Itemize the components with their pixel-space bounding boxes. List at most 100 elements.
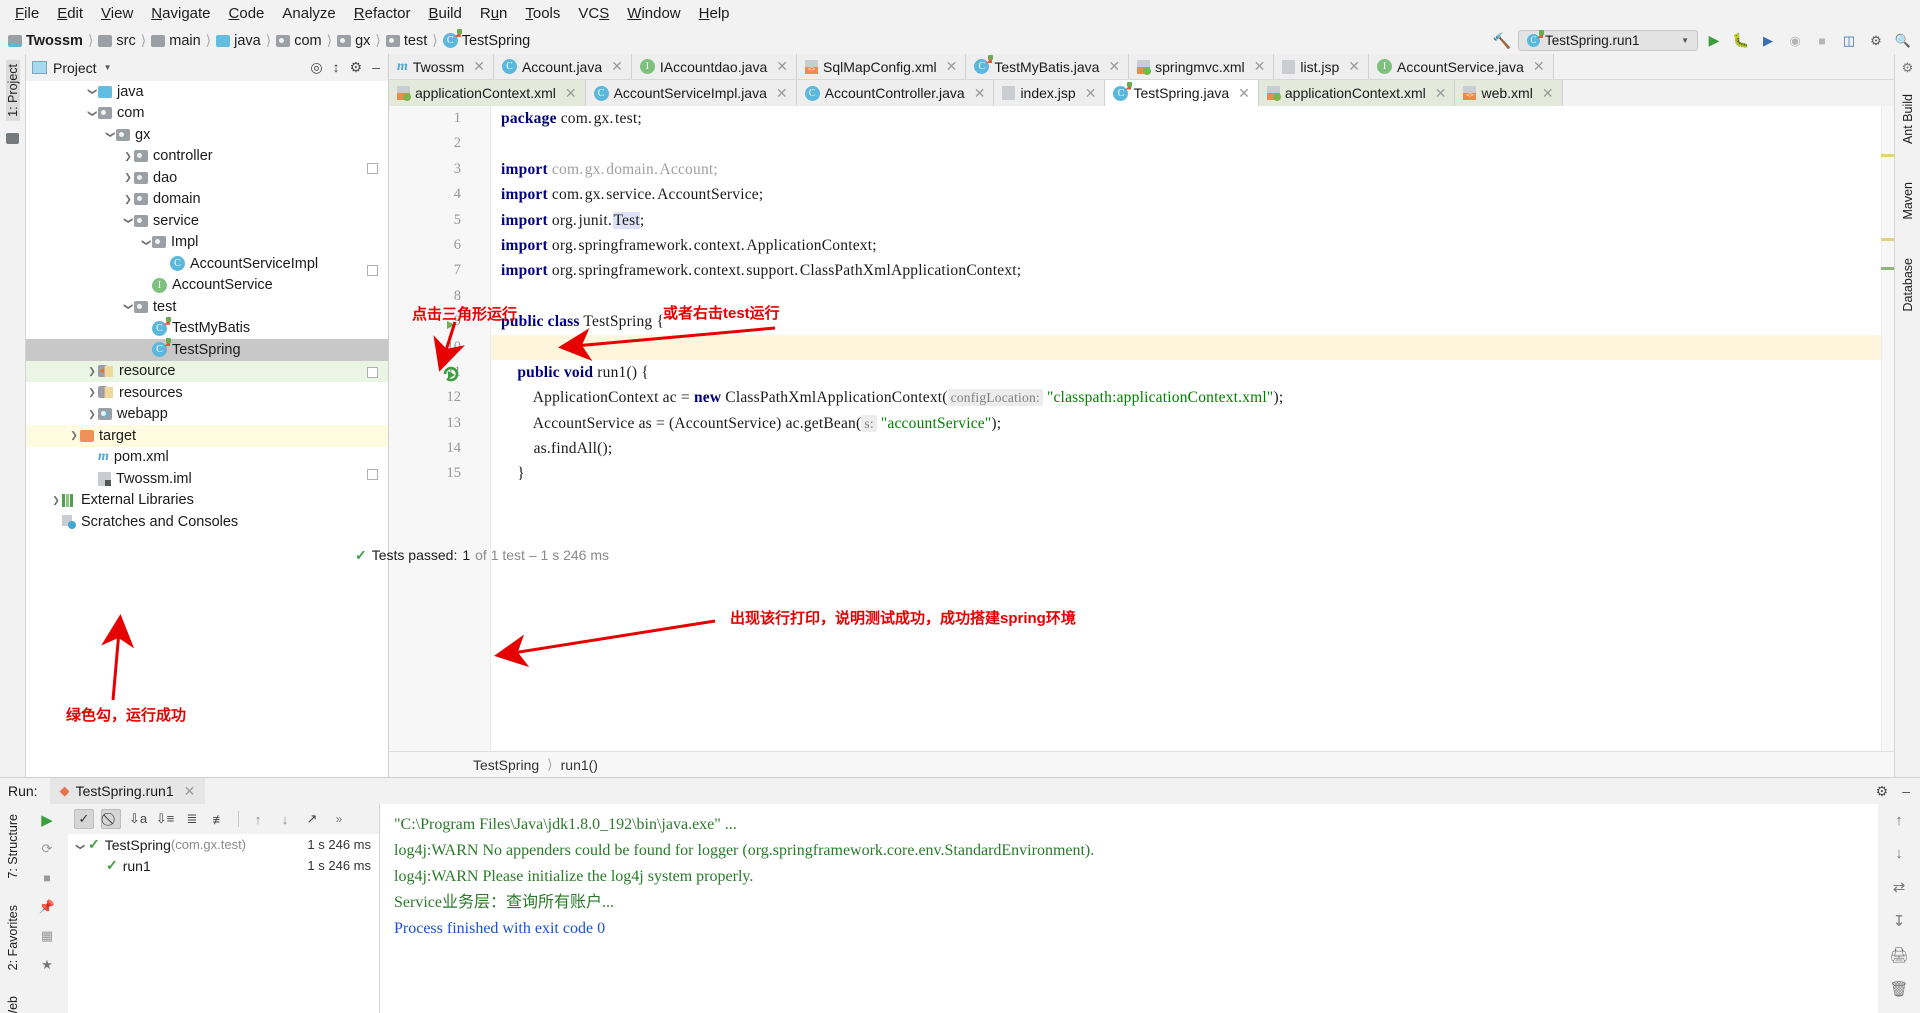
editor-tab-iaccountdao-java[interactable]: IIAccountdao.java✕ — [632, 54, 797, 79]
sidebar-tab-favorites[interactable]: 2: Favorites — [6, 901, 20, 974]
run-class-gutter-icon[interactable] — [445, 318, 457, 330]
chevron-right-icon[interactable]: ❯ — [86, 409, 98, 420]
tree-item-twossm-iml[interactable]: Twossm.iml — [26, 468, 388, 490]
collapse-all-icon[interactable]: ↕ — [333, 59, 340, 76]
menu-item-window[interactable]: Window — [618, 2, 689, 25]
debug-button[interactable]: 🐛 — [1730, 30, 1752, 51]
close-icon[interactable]: ✕ — [776, 58, 788, 75]
stop-button[interactable]: ■ — [37, 868, 57, 888]
chevron-right-icon[interactable]: ❯ — [86, 387, 98, 398]
tree-item-domain[interactable]: ❯domain — [26, 189, 388, 211]
editor-tab-applicationcontext-xml[interactable]: applicationContext.xml✕ — [1259, 80, 1456, 106]
menu-item-edit[interactable]: Edit — [48, 2, 92, 25]
tree-item-accountserviceimpl[interactable]: CAccountServiceImpl — [26, 253, 388, 275]
profile-button[interactable]: ◉ — [1784, 30, 1806, 51]
show-passed-toggle[interactable]: ✓ — [74, 809, 94, 829]
show-ignored-toggle[interactable]: ⃠ — [101, 809, 121, 829]
editor-tab-accountcontroller-java[interactable]: CAccountController.java✕ — [797, 80, 995, 106]
menu-item-code[interactable]: Code — [220, 2, 274, 25]
fold-marker-class[interactable] — [367, 367, 378, 378]
code-line-3[interactable]: import com. gx. domain. Account; — [501, 157, 1881, 182]
more-options-icon[interactable]: » — [329, 809, 349, 829]
code-line-11[interactable]: public void run1() { — [501, 360, 1881, 385]
search-icon[interactable]: 🔍 — [1892, 30, 1914, 51]
close-icon[interactable]: ✕ — [1254, 58, 1266, 75]
tree-item-resources[interactable]: ❯resources — [26, 382, 388, 404]
run-button[interactable]: ▶ — [1703, 30, 1725, 51]
editor-tab-testspring-java[interactable]: CTestSpring.java✕ — [1105, 80, 1258, 106]
tree-item-controller[interactable]: ❯controller — [26, 146, 388, 168]
editor-tab-row-1[interactable]: mTwossm✕CAccount.java✕IIAccountdao.java✕… — [389, 54, 1894, 80]
code-line-2[interactable] — [501, 131, 1881, 156]
chevron-right-icon[interactable]: ❯ — [50, 495, 62, 506]
project-tree[interactable]: ❮java❮com❮gx❯controller❯dao❯domain❮servi… — [26, 81, 388, 777]
error-stripe-gutter[interactable] — [1881, 106, 1894, 751]
stripe-mark-warning[interactable] — [1881, 238, 1894, 241]
hide-panel-icon[interactable]: – — [372, 59, 380, 76]
scroll-to-end-icon[interactable]: ↧ — [1893, 912, 1906, 930]
settings-gear-icon[interactable]: ⚙ — [1865, 30, 1887, 51]
close-icon[interactable]: ✕ — [1542, 85, 1554, 102]
code-line-6[interactable]: import org. springframework. context. Ap… — [501, 233, 1881, 258]
breadcrumb-item-twossm[interactable]: Twossm — [8, 33, 83, 49]
code-line-4[interactable]: import com. gx. service. AccountService; — [501, 182, 1881, 207]
code-line-8[interactable] — [501, 284, 1881, 309]
code-line-7[interactable]: import org. springframework. context. su… — [501, 258, 1881, 283]
breadcrumb-item-java[interactable]: java — [216, 33, 261, 49]
editor-tab-list-jsp[interactable]: list.jsp✕ — [1274, 54, 1369, 79]
editor-tab-testmybatis-java[interactable]: CTestMyBatis.java✕ — [966, 54, 1129, 79]
breadcrumb-item-com[interactable]: com — [276, 33, 321, 49]
pin-tab-icon[interactable]: 📌 — [37, 897, 57, 917]
chevron-down-icon[interactable]: ❮ — [87, 86, 98, 98]
export-test-results-icon[interactable]: ↗ — [302, 809, 322, 829]
menu-item-refactor[interactable]: Refactor — [345, 2, 420, 25]
ant-build-strip-icon[interactable]: ⚙ — [1902, 60, 1914, 76]
chevron-down-icon[interactable]: ❮ — [123, 301, 134, 313]
sidebar-tab-database[interactable]: Database — [1901, 254, 1915, 316]
menu-item-tools[interactable]: Tools — [516, 2, 569, 25]
breadcrumb-item-src[interactable]: src — [98, 33, 135, 49]
soft-wrap-icon[interactable]: ⇄ — [1893, 878, 1906, 896]
editor-breadcrumb-method[interactable]: run1() — [561, 757, 598, 773]
breadcrumb-item-gx[interactable]: gx — [337, 33, 370, 49]
test-tree[interactable]: ❮✓TestSpring (com.gx.test)1 s 246 ms✓run… — [68, 834, 379, 1013]
fold-marker-method[interactable] — [367, 469, 378, 480]
sort-alphabetically-icon[interactable]: ⇩a — [128, 809, 148, 829]
code-line-12[interactable]: ApplicationContext ac = new ClassPathXml… — [501, 385, 1881, 410]
stripe-mark-ok[interactable] — [1881, 267, 1894, 270]
close-icon[interactable]: ✕ — [1108, 58, 1120, 75]
chevron-right-icon[interactable]: ❯ — [122, 172, 134, 183]
sidebar-tab-web[interactable]: Web — [6, 992, 20, 1013]
run-settings-gear-icon[interactable]: ⚙ — [1876, 783, 1889, 800]
sort-by-duration-icon[interactable]: ⇩≡ — [155, 809, 175, 829]
print-icon[interactable]: 🖨 — [1889, 946, 1908, 964]
editor-tab-sqlmapconfig-xml[interactable]: SqlMapConfig.xml✕ — [797, 54, 966, 79]
close-icon[interactable]: ✕ — [473, 58, 485, 75]
editor-tab-springmvc-xml[interactable]: springmvc.xml✕ — [1129, 54, 1274, 79]
build-hammer-icon[interactable]: 🔨 — [1491, 30, 1513, 51]
menu-item-vcs[interactable]: VCS — [569, 2, 618, 25]
run-test-gutter-icon[interactable] — [442, 365, 460, 383]
code-line-14[interactable]: as.findAll(); — [501, 436, 1881, 461]
close-icon[interactable]: ✕ — [1238, 85, 1250, 102]
test-tree-item-run1[interactable]: ✓run11 s 246 ms — [68, 855, 379, 876]
close-icon[interactable]: ✕ — [1533, 58, 1545, 75]
close-icon[interactable]: ✕ — [946, 58, 958, 75]
tree-item-dao[interactable]: ❯dao — [26, 167, 388, 189]
expand-all-icon[interactable]: ≣ — [182, 809, 202, 829]
chevron-right-icon[interactable]: ❯ — [122, 151, 134, 162]
console-output[interactable]: "C:\Program Files\Java\jdk1.8.0_192\bin\… — [380, 804, 1920, 1013]
next-test-icon[interactable]: ↓ — [275, 809, 295, 829]
close-icon[interactable]: ✕ — [974, 85, 986, 102]
tree-item-external-libraries[interactable]: ❯External Libraries — [26, 490, 388, 512]
breadcrumb-item-test[interactable]: test — [386, 33, 427, 49]
code-line-1[interactable]: package com. gx. test; — [501, 106, 1881, 131]
editor-tab-accountserviceimpl-java[interactable]: CAccountServiceImpl.java✕ — [586, 80, 797, 106]
menu-item-file[interactable]: File — [6, 2, 48, 25]
editor-tab-twossm[interactable]: mTwossm✕ — [389, 54, 494, 79]
sidebar-tab-project[interactable]: 1: Project — [6, 60, 20, 121]
editor-tab-applicationcontext-xml[interactable]: applicationContext.xml✕ — [389, 80, 586, 106]
breadcrumb-item-main[interactable]: main — [151, 33, 200, 49]
tree-item-gx[interactable]: ❮gx — [26, 124, 388, 146]
collapse-all-icon[interactable]: ≢ — [209, 809, 229, 829]
